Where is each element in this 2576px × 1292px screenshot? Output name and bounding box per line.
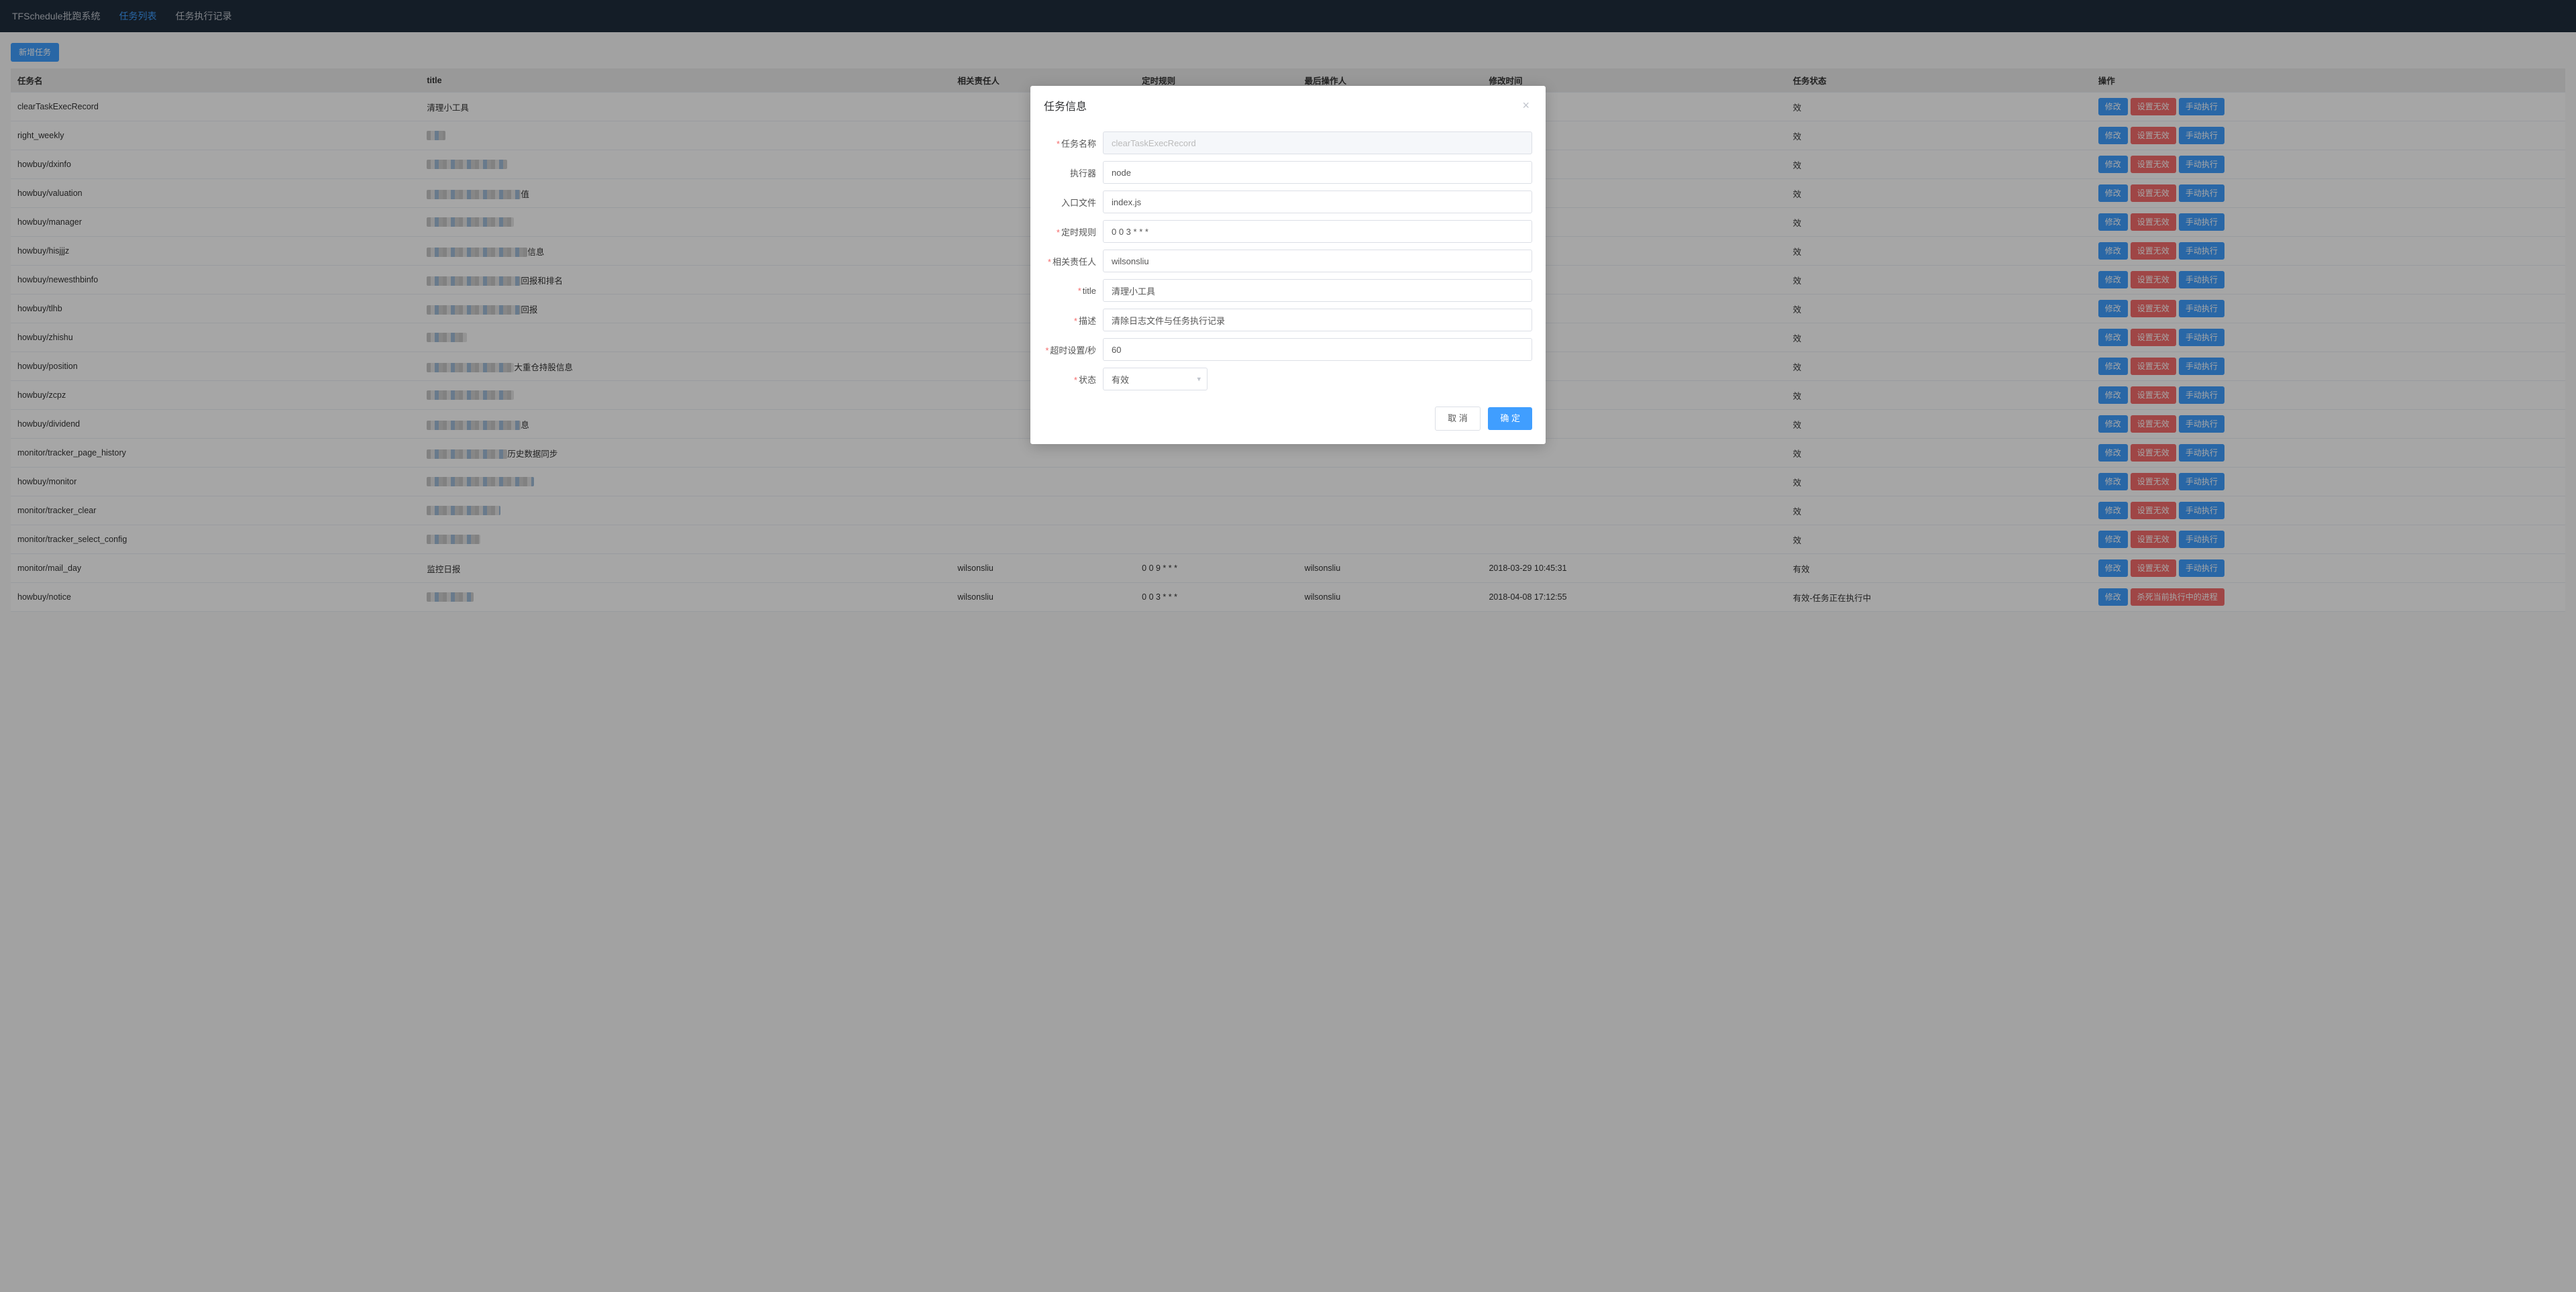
cancel-button[interactable]: 取 消 [1435,407,1481,431]
label-timeout: *超时设置/秒 [1044,343,1103,356]
modal-body: *任务名称 执行器 入口文件 *定时规则 *相关责任人 *title *描述 [1030,117,1546,401]
select-status[interactable] [1103,368,1208,390]
input-task-name [1103,131,1532,154]
input-cron[interactable] [1103,220,1532,243]
task-info-modal: 任务信息 × *任务名称 执行器 入口文件 *定时规则 *相关责任人 *titl… [1030,86,1546,444]
input-timeout[interactable] [1103,338,1532,361]
label-task-name: *任务名称 [1044,137,1103,150]
modal-footer: 取 消 确 定 [1030,401,1546,444]
label-entry: 入口文件 [1044,196,1103,209]
label-cron: *定时规则 [1044,225,1103,238]
modal-header: 任务信息 × [1030,86,1546,117]
input-title[interactable] [1103,279,1532,302]
input-executor[interactable] [1103,161,1532,184]
input-owner[interactable] [1103,250,1532,272]
label-status: *状态 [1044,373,1103,386]
label-owner: *相关责任人 [1044,255,1103,268]
modal-title: 任务信息 [1044,97,1087,113]
close-icon[interactable]: × [1519,97,1532,114]
label-desc: *描述 [1044,314,1103,327]
input-entry[interactable] [1103,191,1532,213]
label-executor: 执行器 [1044,166,1103,179]
label-title: *title [1044,286,1103,296]
confirm-button[interactable]: 确 定 [1488,407,1532,430]
input-desc[interactable] [1103,309,1532,331]
